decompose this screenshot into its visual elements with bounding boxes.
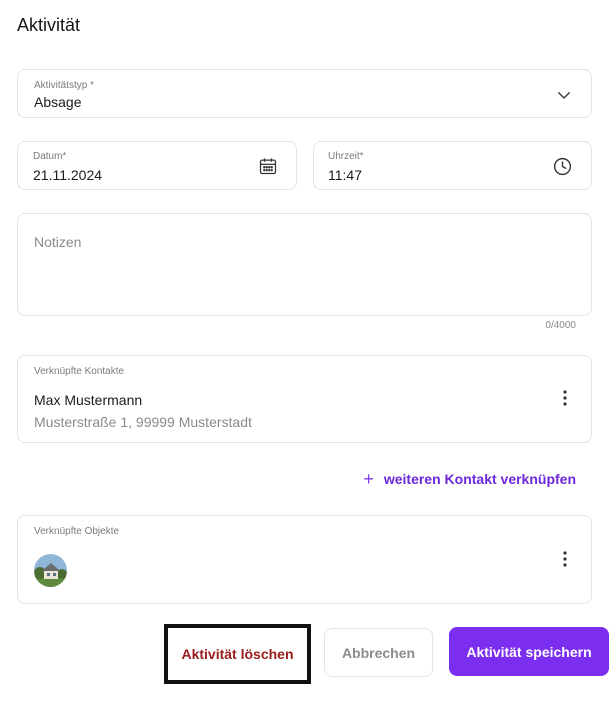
contact-name: Max Mustermann [34,392,143,408]
activity-type-select[interactable]: Aktivitätstyp * Absage [17,69,592,118]
contact-address: Musterstraße 1, 99999 Musterstadt [34,414,252,430]
time-field[interactable]: Uhrzeit* 11:47 [313,141,592,190]
date-field[interactable]: Datum* 21.11.2024 [17,141,297,190]
notes-textarea[interactable]: Notizen [17,213,592,316]
linked-objects-card: Verknüpfte Objekte [17,515,592,604]
notes-character-counter: 0/4000 [545,320,576,331]
save-activity-button[interactable]: Aktivität speichern [449,627,609,676]
add-contact-link[interactable]: + weiteren Kontakt verknüpfen [363,470,576,488]
property-thumbnail[interactable] [34,554,67,587]
contact-more-options-icon[interactable] [557,388,573,408]
add-contact-label: weiteren Kontakt verknüpfen [383,471,576,487]
date-value[interactable]: 21.11.2024 [33,167,102,183]
object-more-options-icon[interactable] [557,549,573,569]
date-label: Datum* [33,151,67,162]
notes-placeholder: Notizen [34,234,82,250]
linked-objects-label: Verknüpfte Objekte [34,526,120,537]
chevron-down-icon[interactable] [555,86,573,104]
cancel-button[interactable]: Abbrechen [324,628,433,677]
calendar-icon[interactable] [258,156,278,176]
linked-contacts-label: Verknüpfte Kontakte [34,366,125,377]
clock-icon[interactable] [552,156,573,177]
activity-type-label: Aktivitätstyp * [34,80,95,91]
linked-contacts-card: Verknüpfte Kontakte Max Mustermann Muste… [17,355,592,443]
time-label: Uhrzeit* [328,151,364,162]
delete-activity-button[interactable]: Aktivität löschen [164,624,311,684]
activity-type-value: Absage [34,94,82,110]
plus-icon: + [363,469,374,489]
time-value[interactable]: 11:47 [328,167,362,183]
page-title: Aktivität [17,15,81,35]
